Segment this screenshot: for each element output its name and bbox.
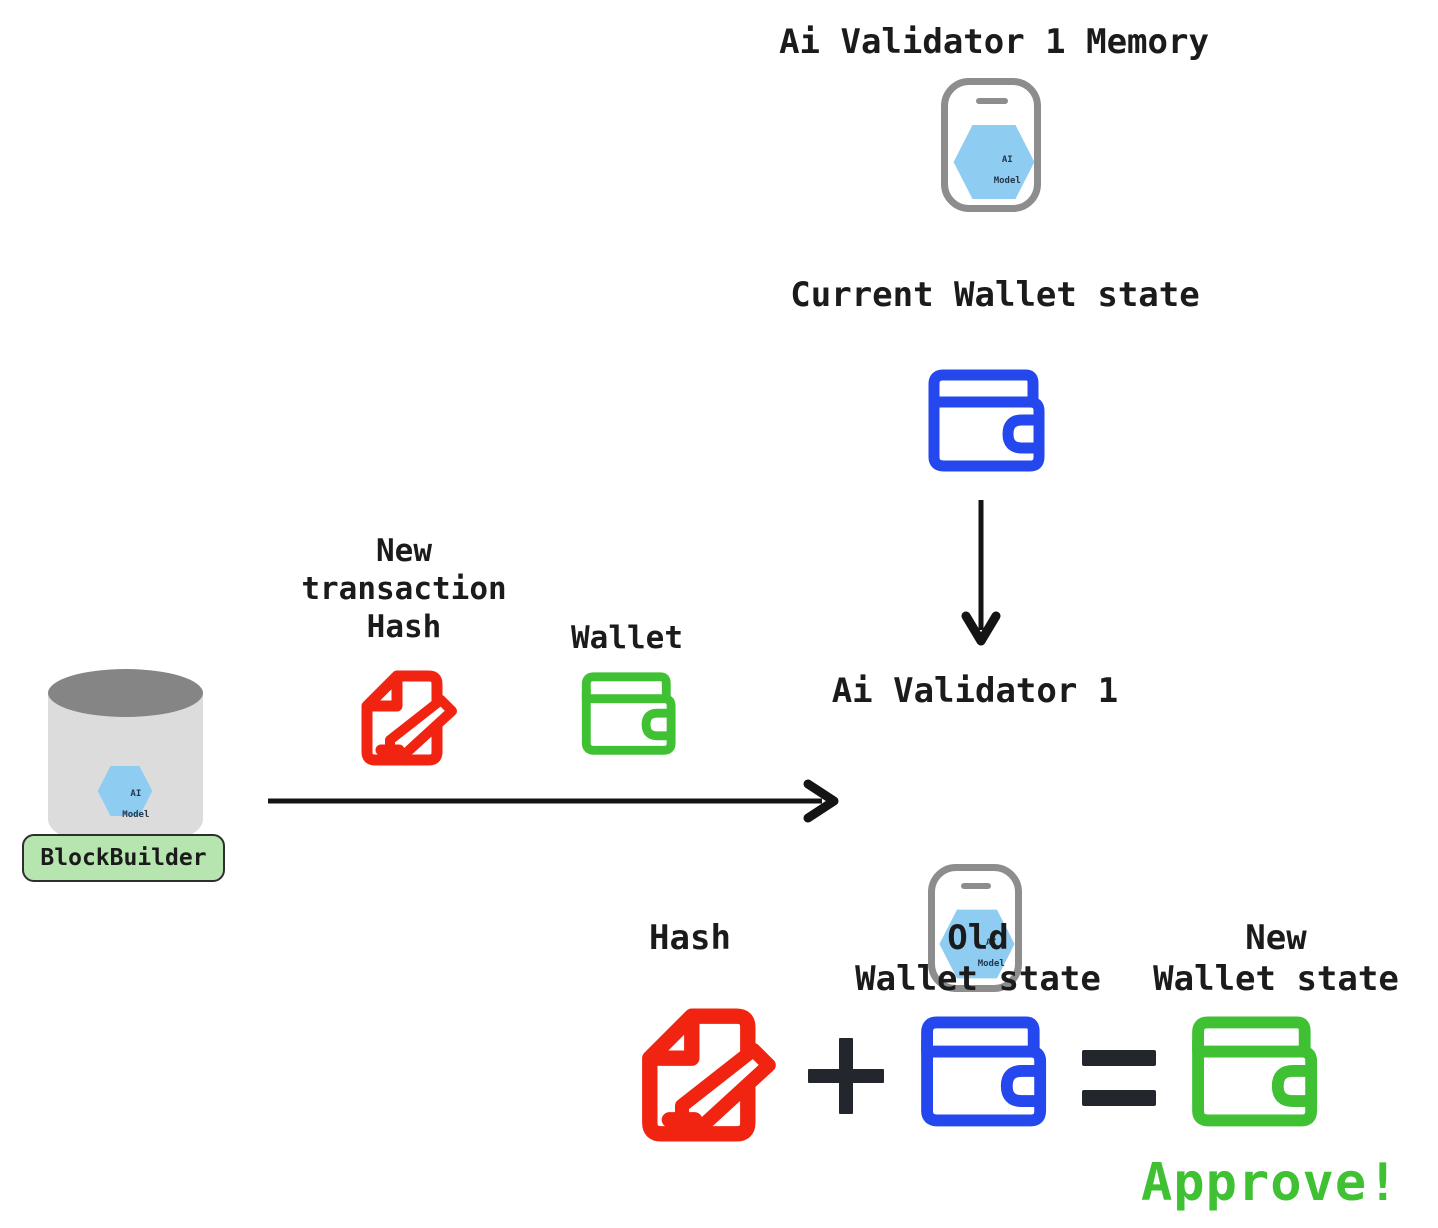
hash-label: Hash: [649, 918, 731, 958]
ai-model-hexagon-label: AI Model: [993, 155, 1021, 187]
diagram-canvas: Ai Validator 1 Memory AI Model Current W…: [0, 0, 1438, 1228]
memory-title: Ai Validator 1 Memory: [779, 22, 1209, 62]
validator-device-speaker-icon: [961, 883, 991, 889]
blockbuilder-chip[interactable]: BlockBuilder: [22, 834, 225, 882]
arrow-down-icon: [961, 500, 1001, 646]
old-wallet-state-label: Old Wallet state: [855, 918, 1101, 1000]
memory-device-icon: AI Model: [941, 78, 1041, 212]
new-wallet-state-label: New Wallet state: [1153, 918, 1399, 1000]
new-wallet-icon: [1192, 1016, 1318, 1127]
transaction-hash-icon: [361, 670, 457, 766]
blockbuilder-chip-label: BlockBuilder: [40, 844, 207, 871]
arrow-right-icon: [268, 779, 839, 823]
equals-operator: [1082, 1050, 1156, 1106]
validator-title: Ai Validator 1: [831, 671, 1119, 711]
old-wallet-icon: [921, 1016, 1047, 1127]
equation-hash-icon: [642, 1008, 776, 1142]
plus-operator: [808, 1038, 884, 1114]
equals-bottom-bar: [1082, 1090, 1156, 1106]
approve-label: Approve!: [1141, 1153, 1400, 1213]
device-speaker-icon: [976, 98, 1008, 104]
plus-horizontal-bar: [808, 1069, 884, 1083]
wallet-label: Wallet: [571, 620, 683, 656]
wallet-green-icon: [581, 672, 676, 755]
current-wallet-state-title: Current Wallet state: [790, 275, 1200, 315]
blockbuilder-cylinder-top: [48, 669, 203, 717]
current-wallet-icon: [928, 369, 1045, 472]
blockbuilder-ai-model-label: AI Model: [122, 789, 150, 821]
equals-top-bar: [1082, 1050, 1156, 1066]
